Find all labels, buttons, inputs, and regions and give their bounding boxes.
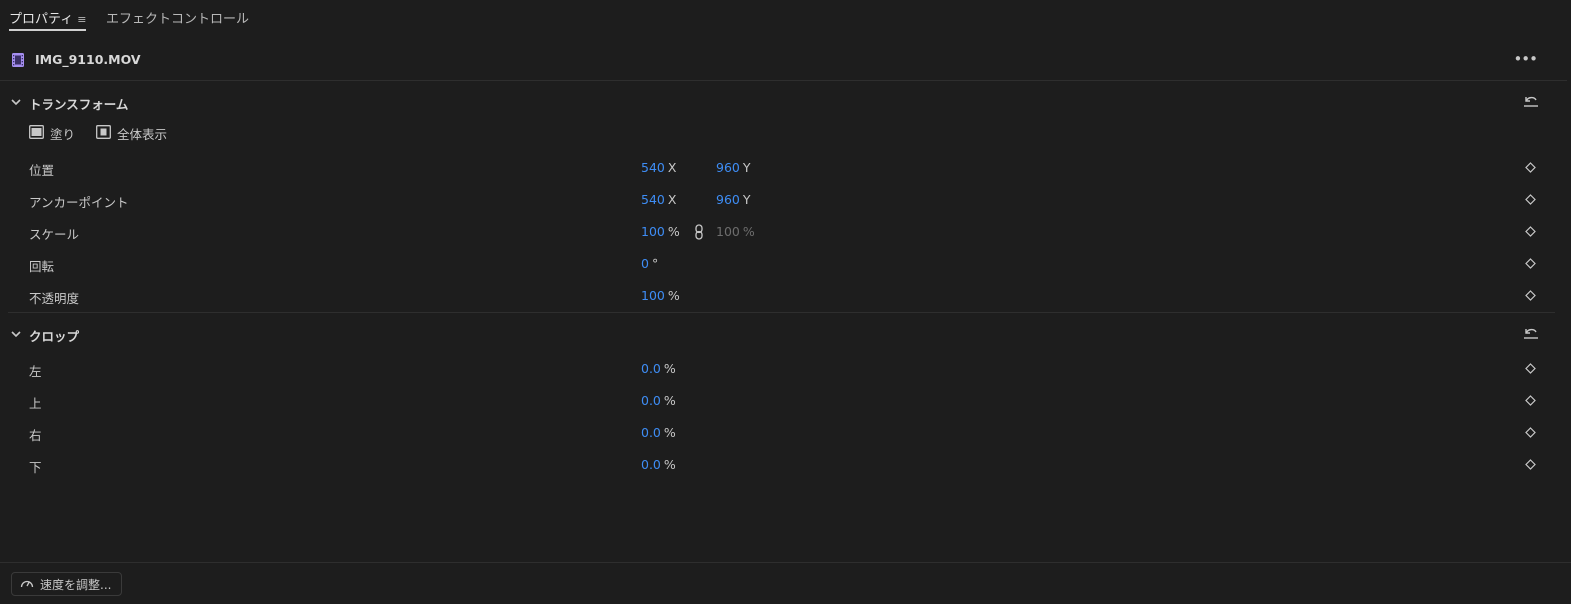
reset-icon[interactable] (1523, 94, 1539, 112)
property-label: スケール (29, 227, 80, 242)
divider (8, 312, 1555, 313)
transform-title: トランスフォーム (29, 97, 129, 112)
adjust-speed-button[interactable]: 速度を調整... (11, 572, 122, 596)
tab-effect-controls[interactable]: エフェクトコントロール (106, 8, 249, 27)
anchor-x-unit: X (667, 192, 677, 207)
opacity-value[interactable]: 100 (641, 288, 665, 303)
property-label: 位置 (29, 163, 55, 178)
position-y-value[interactable]: 960 (716, 160, 740, 175)
scale-width-value[interactable]: 100 (641, 224, 665, 239)
keyframe-diamond-icon[interactable] (1525, 194, 1536, 209)
keyframe-diamond-icon[interactable] (1525, 226, 1536, 241)
reset-icon[interactable] (1523, 326, 1539, 344)
property-label: 左 (29, 364, 42, 379)
property-position: 位置 540 X 960 Y (0, 156, 1571, 180)
position-x-value[interactable]: 540 (641, 160, 665, 175)
rotation-unit: ° (651, 256, 659, 271)
scale-height-value: 100 (716, 224, 740, 239)
crop-bottom-value[interactable]: 0.0 (641, 457, 661, 472)
crop-right-unit: % (663, 425, 676, 440)
crop-section-header[interactable]: クロップ (0, 323, 1571, 347)
more-options-icon[interactable]: ••• (1513, 50, 1538, 68)
clip-header: IMG_9110.MOV ••• (0, 48, 1571, 74)
transform-section-header[interactable]: トランスフォーム (0, 91, 1571, 115)
speedometer-icon (20, 577, 34, 592)
anchor-y: 960 Y (716, 192, 751, 207)
property-crop-top: 上 0.0% (0, 389, 1571, 413)
rotation: 0 ° (641, 256, 658, 271)
property-crop-bottom: 下 0.0% (0, 453, 1571, 477)
crop-bottom: 0.0% (641, 457, 676, 472)
properties-panel: プロパティ ≡ エフェクトコントロール IMG_9110.MOV ••• トラン… (0, 0, 1571, 604)
fit-frame-label: 全体表示 (117, 127, 168, 142)
crop-right: 0.0% (641, 425, 676, 440)
fit-frame-button[interactable]: 全体表示 (96, 124, 167, 143)
keyframe-diamond-icon[interactable] (1525, 427, 1536, 442)
scale-height-unit: % (742, 224, 755, 239)
property-rotation: 回転 0 ° (0, 252, 1571, 276)
panel-tabs: プロパティ ≡ エフェクトコントロール (0, 0, 1571, 34)
scale-width: 100% (641, 224, 680, 239)
property-scale: スケール 100% 100% (0, 220, 1571, 244)
opacity: 100% (641, 288, 680, 303)
crop-title: クロップ (29, 329, 80, 344)
position-y: 960 Y (716, 160, 751, 175)
crop-left-value[interactable]: 0.0 (641, 361, 661, 376)
crop-top-value[interactable]: 0.0 (641, 393, 661, 408)
tab-properties-label: プロパティ (9, 12, 74, 27)
fill-frame-button[interactable]: 塗り (29, 124, 75, 143)
keyframe-diamond-icon[interactable] (1525, 162, 1536, 177)
keyframe-diamond-icon[interactable] (1525, 363, 1536, 378)
keyframe-diamond-icon[interactable] (1525, 459, 1536, 474)
divider (0, 80, 1567, 81)
chevron-down-icon[interactable] (10, 96, 22, 112)
property-label: 回転 (29, 259, 55, 274)
crop-right-value[interactable]: 0.0 (641, 425, 661, 440)
tab-properties[interactable]: プロパティ ≡ (9, 8, 87, 31)
crop-left-unit: % (663, 361, 676, 376)
scale-width-unit: % (667, 224, 680, 239)
keyframe-diamond-icon[interactable] (1525, 258, 1536, 273)
film-clip-icon (12, 53, 24, 71)
fit-frame-icon (96, 125, 111, 142)
crop-bottom-unit: % (663, 457, 676, 472)
panel-menu-icon[interactable]: ≡ (77, 13, 86, 26)
keyframe-diamond-icon[interactable] (1525, 395, 1536, 410)
fill-frame-label: 塗り (50, 127, 76, 142)
anchor-x-value[interactable]: 540 (641, 192, 665, 207)
adjust-speed-label: 速度を調整... (40, 577, 112, 592)
property-crop-right: 右 0.0% (0, 421, 1571, 445)
rotation-value[interactable]: 0 (641, 256, 649, 271)
anchor-y-unit: Y (742, 192, 751, 207)
active-tab-underline (9, 29, 87, 31)
chevron-down-icon[interactable] (10, 328, 22, 344)
property-opacity: 不透明度 100% (0, 284, 1571, 308)
footer-divider (0, 562, 1571, 563)
opacity-unit: % (667, 288, 680, 303)
property-crop-left: 左 0.0% (0, 357, 1571, 381)
crop-top: 0.0% (641, 393, 676, 408)
anchor-x: 540 X (641, 192, 676, 207)
fit-options: 塗り 全体表示 (0, 124, 600, 144)
clip-name: IMG_9110.MOV (35, 52, 141, 67)
fill-frame-icon (29, 125, 44, 142)
anchor-y-value[interactable]: 960 (716, 192, 740, 207)
property-label: 下 (29, 460, 42, 475)
position-x-unit: X (667, 160, 677, 175)
scale-height: 100% (716, 224, 755, 239)
position-y-unit: Y (742, 160, 751, 175)
property-label: 右 (29, 428, 42, 443)
property-label: 上 (29, 396, 42, 411)
property-label: アンカーポイント (29, 195, 129, 210)
crop-left: 0.0% (641, 361, 676, 376)
position-x: 540 X (641, 160, 676, 175)
keyframe-diamond-icon[interactable] (1525, 290, 1536, 305)
tab-effect-controls-label: エフェクトコントロール (106, 12, 250, 27)
link-chain-icon[interactable] (694, 224, 704, 244)
property-anchor-point: アンカーポイント 540 X 960 Y (0, 188, 1571, 212)
property-label: 不透明度 (29, 291, 80, 306)
crop-top-unit: % (663, 393, 676, 408)
